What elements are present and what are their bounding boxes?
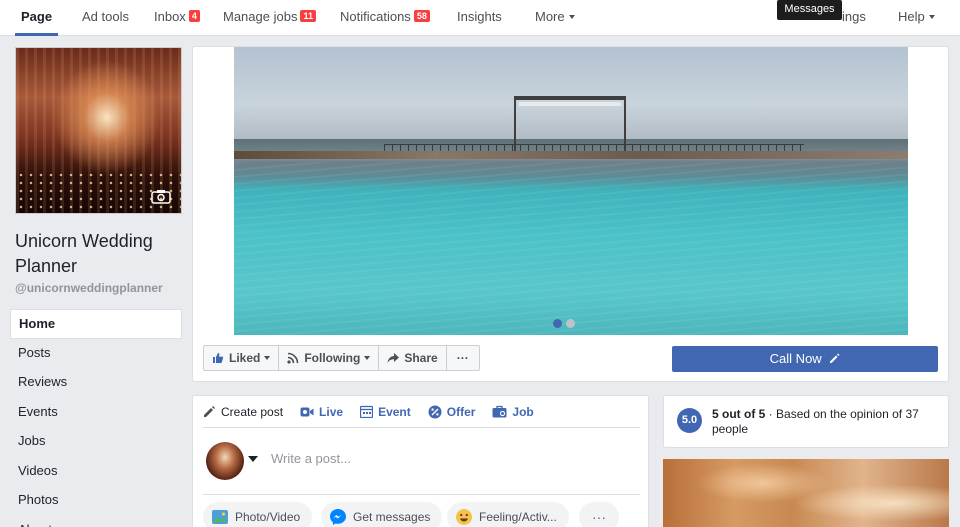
tab-live[interactable]: Live xyxy=(300,405,343,419)
avatar[interactable] xyxy=(206,442,244,480)
share-arrow-icon xyxy=(387,353,400,363)
smiley-icon xyxy=(456,509,472,525)
thumbs-up-icon xyxy=(213,353,224,363)
sidebar-item-videos[interactable]: Videos xyxy=(10,457,182,487)
tab-notifications[interactable]: Notifications 58 xyxy=(340,0,430,36)
tab-event[interactable]: Event xyxy=(360,405,411,419)
tab-manage-jobs[interactable]: Manage jobs 11 xyxy=(223,0,316,36)
share-button[interactable]: Share xyxy=(379,346,447,370)
composer-more-button[interactable]: ··· xyxy=(579,502,619,527)
sidebar-item-home[interactable]: Home xyxy=(10,309,182,339)
messages-tooltip: Messages xyxy=(777,0,842,20)
sidebar-item-jobs[interactable]: Jobs xyxy=(10,427,182,457)
more-options-button[interactable]: ··· xyxy=(447,346,479,370)
pool-deck xyxy=(234,151,908,159)
chevron-down-icon xyxy=(264,356,271,360)
percent-badge-icon xyxy=(428,405,442,418)
sidebar: Home Posts Reviews Events Jobs Videos Ph… xyxy=(10,309,182,527)
profile-picture[interactable] xyxy=(15,47,182,214)
page-action-bar: Liked Following Share ··· xyxy=(203,345,480,371)
sidebar-item-about[interactable]: About xyxy=(10,516,182,527)
carousel-dot-active[interactable] xyxy=(553,319,562,328)
photo-icon xyxy=(212,510,228,524)
carousel-indicator xyxy=(553,317,579,331)
sidebar-item-posts[interactable]: Posts xyxy=(10,339,182,369)
composer-tabs: Create post Live Event Offer Job xyxy=(203,396,640,428)
tab-ad-tools[interactable]: Ad tools xyxy=(82,0,129,36)
pool-water xyxy=(234,162,908,335)
composer-divider xyxy=(203,494,640,495)
cover-image[interactable] xyxy=(234,47,908,335)
call-now-button[interactable]: Call Now xyxy=(672,346,938,372)
sidebar-item-reviews[interactable]: Reviews xyxy=(10,368,182,398)
tab-page[interactable]: Page xyxy=(15,0,59,36)
feeling-activity-button[interactable]: Feeling/Activ... xyxy=(447,502,569,527)
get-messages-button[interactable]: Get messages xyxy=(321,502,443,527)
more-dots-icon: ··· xyxy=(456,351,469,365)
manage-jobs-badge: 11 xyxy=(300,10,316,22)
carousel-dot[interactable] xyxy=(566,319,575,328)
tab-create-post[interactable]: Create post xyxy=(203,405,283,419)
rating-summary: 5 out of 5 · Based on the opinion of 37 … xyxy=(712,407,919,436)
post-input[interactable]: Write a post... xyxy=(271,451,351,466)
tab-job[interactable]: Job xyxy=(492,405,534,419)
chevron-down-icon[interactable] xyxy=(248,456,258,462)
rss-icon xyxy=(287,352,299,364)
inbox-badge: 4 xyxy=(188,10,200,22)
sidebar-item-events[interactable]: Events xyxy=(10,398,182,428)
photo-preview[interactable] xyxy=(663,459,949,527)
page-title: Unicorn Wedding Planner xyxy=(15,231,153,276)
pencil-icon xyxy=(204,406,215,417)
calendar-icon xyxy=(360,405,374,418)
pencil-icon[interactable] xyxy=(829,353,840,364)
cover-card: Liked Following Share ··· Call Now xyxy=(192,46,949,382)
following-button[interactable]: Following xyxy=(279,346,380,370)
photo-video-button[interactable]: Photo/Video xyxy=(203,502,313,527)
tab-settings[interactable]: ings xyxy=(842,0,866,36)
post-composer: Create post Live Event Offer Job Write a… xyxy=(192,395,649,527)
camera-icon[interactable] xyxy=(151,189,171,204)
liked-button[interactable]: Liked xyxy=(204,346,280,370)
sidebar-item-photos[interactable]: Photos xyxy=(10,486,182,516)
tab-more[interactable]: More xyxy=(535,0,575,36)
chevron-down-icon xyxy=(568,15,575,19)
more-dots-icon: ··· xyxy=(592,509,606,525)
tab-insights[interactable]: Insights xyxy=(457,0,502,36)
tab-help[interactable]: Help xyxy=(898,0,935,36)
page-username[interactable]: @unicornweddingplanner xyxy=(15,281,163,295)
rating-score-badge: 5.0 xyxy=(677,408,702,433)
tab-inbox[interactable]: Inbox 4 xyxy=(154,0,200,36)
messenger-icon xyxy=(330,509,346,525)
notifications-badge: 58 xyxy=(413,10,430,22)
chevron-down-icon xyxy=(364,356,371,360)
rating-card[interactable]: 5.0 5 out of 5 · Based on the opinion of… xyxy=(663,395,949,448)
tab-offer[interactable]: Offer xyxy=(428,405,475,419)
video-camera-icon xyxy=(300,407,314,416)
chevron-down-icon xyxy=(928,15,935,19)
briefcase-icon xyxy=(492,405,507,418)
